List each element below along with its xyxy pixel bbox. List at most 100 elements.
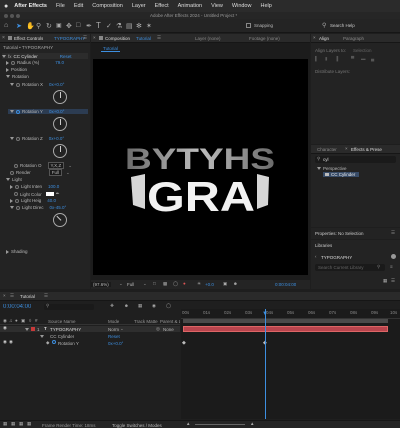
comp-flowchart-icon[interactable]: ❖ bbox=[110, 303, 114, 309]
expand-triangle-icon[interactable] bbox=[317, 167, 321, 170]
effect-row[interactable]: CC Cylinder Reset bbox=[0, 333, 180, 339]
menu-view[interactable]: View bbox=[211, 3, 223, 9]
close-tab-icon[interactable]: × bbox=[93, 35, 96, 40]
light-direction-value[interactable]: 0x-45.0° bbox=[50, 205, 67, 210]
effects-search-input[interactable]: ⚲ cyl bbox=[315, 156, 396, 163]
playhead-handle[interactable]: ▼ bbox=[262, 311, 268, 317]
shy-layers-icon[interactable]: ☻ bbox=[124, 303, 129, 308]
stopwatch-icon[interactable] bbox=[16, 136, 20, 141]
effect-header-row[interactable]: fx CC Cylinder Reset bbox=[2, 53, 88, 59]
window-minimize-button[interactable] bbox=[10, 13, 14, 18]
parent-pickwhip-icon[interactable]: ◎ bbox=[156, 326, 160, 332]
rotation-x-value[interactable]: 0x+0.0° bbox=[49, 82, 64, 87]
menu-window[interactable]: Window bbox=[232, 3, 252, 9]
resolution-select[interactable]: Full bbox=[127, 282, 134, 287]
stopwatch-icon[interactable] bbox=[10, 170, 14, 175]
align-hcenter-icon[interactable]: ▮ bbox=[325, 56, 327, 62]
exposure-icon[interactable]: ☀ bbox=[197, 281, 201, 287]
expand-triangle-icon[interactable] bbox=[2, 54, 6, 58]
region-of-interest-icon[interactable]: □ bbox=[153, 281, 156, 286]
window-close-button[interactable] bbox=[4, 13, 8, 18]
menu-composition[interactable]: Composition bbox=[92, 3, 123, 9]
user-icon[interactable] bbox=[391, 254, 396, 259]
expand-triangle-icon[interactable] bbox=[10, 137, 14, 140]
perspective-category[interactable]: Perspective bbox=[317, 166, 397, 171]
stopwatch-icon[interactable] bbox=[14, 192, 18, 196]
library-search-input[interactable]: Search Current Library ⚲ bbox=[315, 264, 385, 271]
composition-tab-name[interactable]: Tutorial bbox=[136, 36, 151, 41]
expand-triangle-icon[interactable] bbox=[10, 198, 13, 203]
light-direction-dial[interactable] bbox=[50, 210, 70, 230]
expand-triangle-icon[interactable] bbox=[40, 334, 44, 338]
timeline-search-input[interactable]: ⚲ bbox=[44, 303, 94, 310]
timeline-timecode[interactable]: 0:00:04:00 bbox=[3, 304, 31, 310]
layer-tab[interactable]: Layer (none) bbox=[195, 36, 221, 41]
rotate-tool-icon[interactable]: ↻ bbox=[46, 22, 52, 30]
cc-cylinder-result[interactable]: CC Cylinder bbox=[323, 172, 359, 177]
snapshot-icon[interactable]: ▣ bbox=[223, 281, 227, 287]
layer-row[interactable]: ◉ 1 T TYPOGRAPHY Norm ⌄ ◎ None bbox=[0, 325, 180, 332]
chevron-down-icon[interactable]: ⌄ bbox=[66, 170, 70, 176]
stopwatch-icon[interactable] bbox=[11, 60, 15, 65]
expand-triangle-icon[interactable] bbox=[6, 249, 9, 254]
apple-icon[interactable]: ● bbox=[4, 3, 8, 10]
stopwatch-icon[interactable] bbox=[16, 109, 20, 114]
composition-viewer[interactable]: BYTYHS GRA bbox=[93, 59, 308, 275]
character-tab[interactable]: Character bbox=[317, 147, 337, 152]
frame-blending-icon[interactable]: ▦ bbox=[138, 303, 142, 309]
align-bottom-icon[interactable]: ▄ bbox=[371, 56, 374, 61]
rotation-order-select[interactable]: Y,X,Z bbox=[47, 162, 65, 169]
menu-animation[interactable]: Animation bbox=[178, 3, 202, 9]
footage-tab[interactable]: Footage (none) bbox=[249, 36, 280, 41]
show-snapshot-icon[interactable]: ☻ bbox=[233, 281, 238, 286]
playhead[interactable] bbox=[265, 309, 266, 419]
expand-triangle-icon[interactable] bbox=[25, 327, 29, 331]
stopwatch-icon[interactable] bbox=[16, 82, 20, 87]
paragraph-tab[interactable]: Paragraph bbox=[343, 36, 364, 41]
solo-toggle-icon[interactable]: ● bbox=[15, 318, 18, 323]
layer-duration-bar[interactable] bbox=[183, 326, 388, 332]
track-matte-column[interactable]: Track Matte bbox=[134, 319, 158, 324]
layer-mode-select[interactable]: Norm bbox=[108, 327, 119, 332]
timeline-zoom-slider[interactable] bbox=[195, 424, 245, 425]
zoom-in-icon[interactable]: ▲ bbox=[250, 421, 254, 426]
keyframe-marker[interactable]: ◆ bbox=[182, 340, 186, 346]
expand-triangle-icon[interactable] bbox=[10, 83, 14, 86]
light-height-value[interactable]: 40.0 bbox=[47, 198, 56, 203]
close-tab-icon[interactable]: × bbox=[2, 35, 5, 41]
camera-tool-icon[interactable]: ▣ bbox=[56, 22, 62, 29]
render-select[interactable]: Full bbox=[48, 169, 63, 176]
pan-behind-tool-icon[interactable]: ✥ bbox=[66, 22, 72, 30]
type-tool-icon[interactable]: T bbox=[96, 21, 101, 30]
timeline-tab[interactable]: Tutorial bbox=[20, 294, 35, 299]
light-intensity-value[interactable]: 100.0 bbox=[48, 184, 59, 189]
menu-effect[interactable]: Effect bbox=[155, 3, 169, 9]
search-help-icon[interactable]: ⚲ bbox=[322, 22, 326, 29]
color-channel-icon[interactable]: ● bbox=[183, 281, 186, 286]
visibility-eye-icon[interactable]: ◉ bbox=[3, 325, 7, 331]
video-toggle-icon[interactable]: ◉ bbox=[3, 318, 7, 324]
align-top-icon[interactable]: ▀ bbox=[351, 56, 354, 61]
align-target-select[interactable]: Selection bbox=[353, 48, 372, 53]
stopwatch-icon[interactable] bbox=[14, 163, 18, 168]
fx-toggle-icon[interactable]: fx bbox=[8, 54, 12, 59]
mask-visibility-icon[interactable]: ◯ bbox=[173, 281, 178, 287]
render-queue-icon[interactable]: ☰ bbox=[10, 293, 14, 299]
radius-value[interactable]: 79.0 bbox=[55, 60, 64, 65]
rotation-x-dial[interactable] bbox=[53, 90, 67, 104]
toggle-panel-icon[interactable]: ▦ bbox=[27, 421, 31, 427]
menu-edit[interactable]: Edit bbox=[74, 3, 83, 9]
property-row[interactable]: ◉ ◉ ◆ Rotation Y 0x+0.0° bbox=[0, 339, 180, 346]
eyedropper-icon[interactable]: ✒ bbox=[56, 191, 60, 197]
align-right-icon[interactable]: ▐ bbox=[335, 56, 338, 61]
transparency-grid-icon[interactable]: ▩ bbox=[163, 281, 167, 287]
effects-presets-tab[interactable]: Effects & Prese bbox=[351, 147, 382, 152]
effect-controls-tab-layer[interactable]: TYPOGRAPHY bbox=[54, 36, 85, 41]
selection-tool-icon[interactable]: ➤ bbox=[16, 22, 22, 30]
motion-blur-icon[interactable]: ◉ bbox=[152, 303, 156, 309]
layer-label-color[interactable] bbox=[31, 327, 35, 331]
close-tab-icon[interactable]: × bbox=[3, 293, 6, 298]
effect-reset-link[interactable]: Reset bbox=[60, 54, 72, 59]
menu-file[interactable]: File bbox=[56, 3, 65, 9]
toggle-panel-icon[interactable]: ▦ bbox=[11, 421, 15, 427]
